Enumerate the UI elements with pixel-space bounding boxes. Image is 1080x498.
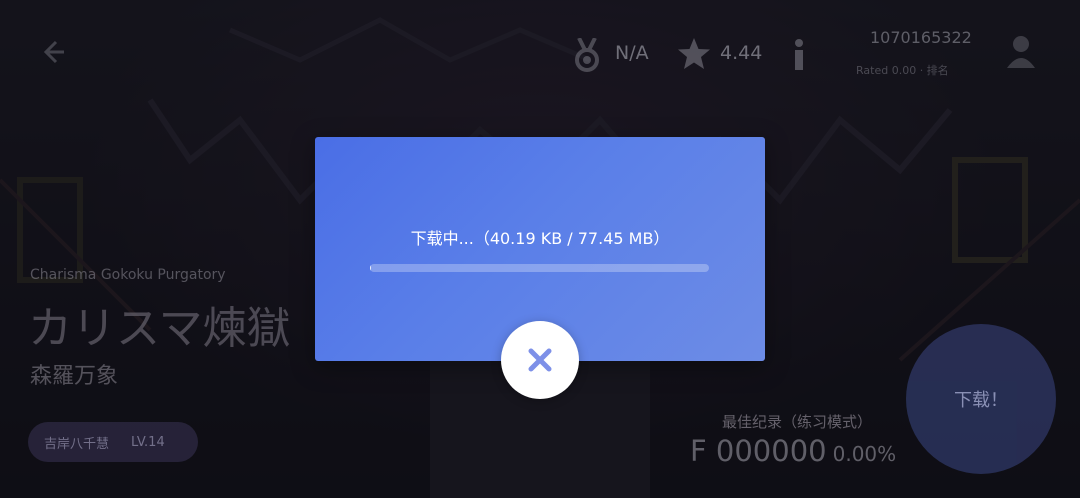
difficulty-badge[interactable]: 吉岸八千慧 LV.14 xyxy=(28,422,198,462)
charter-name: 吉岸八千慧 xyxy=(44,436,110,452)
best-record-label: 最佳纪录（练习模式） xyxy=(722,413,873,431)
download-status-text: 下载中...（40.19 KB / 77.45 MB） xyxy=(410,229,670,248)
info-icon[interactable] xyxy=(790,38,808,72)
song-title: カリスマ煉獄 xyxy=(28,303,291,354)
avatar-icon[interactable] xyxy=(1006,34,1036,68)
level-label: LV.14 xyxy=(131,434,165,450)
user-rating-line: Rated 0.00 · 排名 xyxy=(856,64,949,77)
close-icon xyxy=(528,348,552,372)
best-record-score: F 000000 0.00% xyxy=(690,434,896,468)
download-button[interactable]: 下载！ xyxy=(906,324,1056,474)
user-id: 1070165322 xyxy=(870,28,972,47)
accuracy: 0.00% xyxy=(832,442,897,466)
top-bar: N/A 4.44 1070165322 Rated 0.00 · 排名 xyxy=(0,0,1080,100)
song-subtitle: Charisma Gokoku Purgatory xyxy=(30,267,226,283)
star-icon xyxy=(678,38,710,69)
download-progress-bar xyxy=(370,264,709,272)
grade-score: F 000000 xyxy=(690,434,827,468)
close-button[interactable] xyxy=(501,321,579,399)
song-artist: 森羅万象 xyxy=(30,364,119,389)
rank-value: N/A xyxy=(615,42,649,64)
rating-value: 4.44 xyxy=(720,42,763,64)
medal-icon xyxy=(575,38,599,72)
back-arrow-icon[interactable] xyxy=(38,38,66,66)
